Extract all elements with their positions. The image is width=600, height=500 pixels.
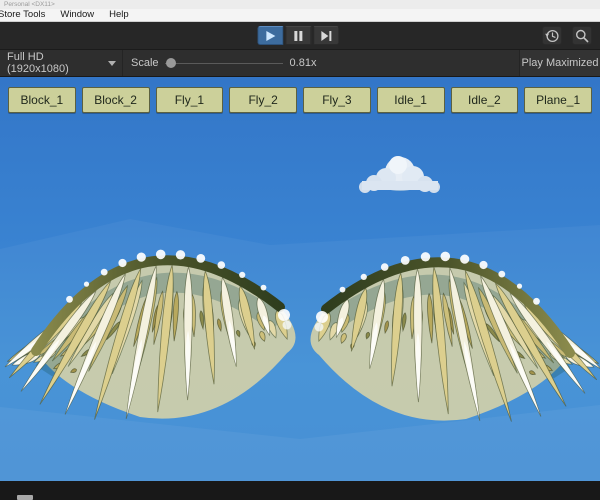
scale-value: 0.81x xyxy=(289,57,317,69)
history-button[interactable] xyxy=(542,26,562,45)
animation-button-row: Block_1 Block_2 Fly_1 Fly_2 Fly_3 Idle_1… xyxy=(8,87,592,113)
cloud xyxy=(359,156,440,193)
menu-bar: Store Tools Window Help xyxy=(0,9,600,22)
anim-button-fly-3[interactable]: Fly_3 xyxy=(303,87,371,113)
menu-help[interactable]: Help xyxy=(109,9,129,21)
anim-button-plane-1[interactable]: Plane_1 xyxy=(524,87,592,113)
anim-button-fly-2[interactable]: Fly_2 xyxy=(229,87,297,113)
window-title-bar: Personal <DX11> xyxy=(0,0,600,9)
resolution-dropdown[interactable]: Full HD (1920x1080) xyxy=(0,50,122,76)
toolbar-right-icons xyxy=(542,26,592,45)
pause-icon xyxy=(294,30,303,41)
window-title: Personal <DX11> xyxy=(4,1,55,8)
scale-label: Scale xyxy=(131,57,159,69)
anim-button-idle-1[interactable]: Idle_1 xyxy=(376,87,445,113)
anim-button-block-1[interactable]: Block_1 xyxy=(8,87,76,113)
chevron-down-icon xyxy=(108,60,116,66)
play-controls xyxy=(257,26,340,45)
pause-button[interactable] xyxy=(285,26,312,45)
scale-slider[interactable] xyxy=(164,56,283,70)
play-maximized-label: Play Maximized xyxy=(521,57,599,69)
history-clock-icon xyxy=(545,29,559,42)
step-button[interactable] xyxy=(313,26,340,45)
play-button[interactable] xyxy=(257,26,284,45)
anim-button-fly-1[interactable]: Fly_1 xyxy=(155,87,224,113)
step-forward-icon xyxy=(321,30,332,41)
search-button[interactable] xyxy=(572,26,592,45)
play-maximized-toggle[interactable]: Play Maximized xyxy=(519,50,600,76)
status-chip xyxy=(17,495,33,500)
slider-knob[interactable] xyxy=(165,58,176,68)
menu-window[interactable]: Window xyxy=(60,9,94,21)
toolbar-divider xyxy=(122,50,123,76)
slider-track[interactable] xyxy=(164,62,283,64)
status-bar xyxy=(0,481,600,500)
anim-button-idle-2[interactable]: Idle_2 xyxy=(450,87,519,113)
resolution-label: Full HD (1920x1080) xyxy=(7,51,69,75)
game-view-toolbar: Full HD (1920x1080) Scale 0.81x Play Max… xyxy=(0,50,600,77)
menu-store-tools[interactable]: Store Tools xyxy=(0,9,45,21)
scene-render xyxy=(0,156,600,481)
search-icon xyxy=(576,29,589,42)
play-icon xyxy=(265,30,275,41)
game-view[interactable]: Block_1 Block_2 Fly_1 Fly_2 Fly_3 Idle_1… xyxy=(0,77,600,481)
anim-button-block-2[interactable]: Block_2 xyxy=(81,87,150,113)
main-toolbar xyxy=(0,22,600,50)
